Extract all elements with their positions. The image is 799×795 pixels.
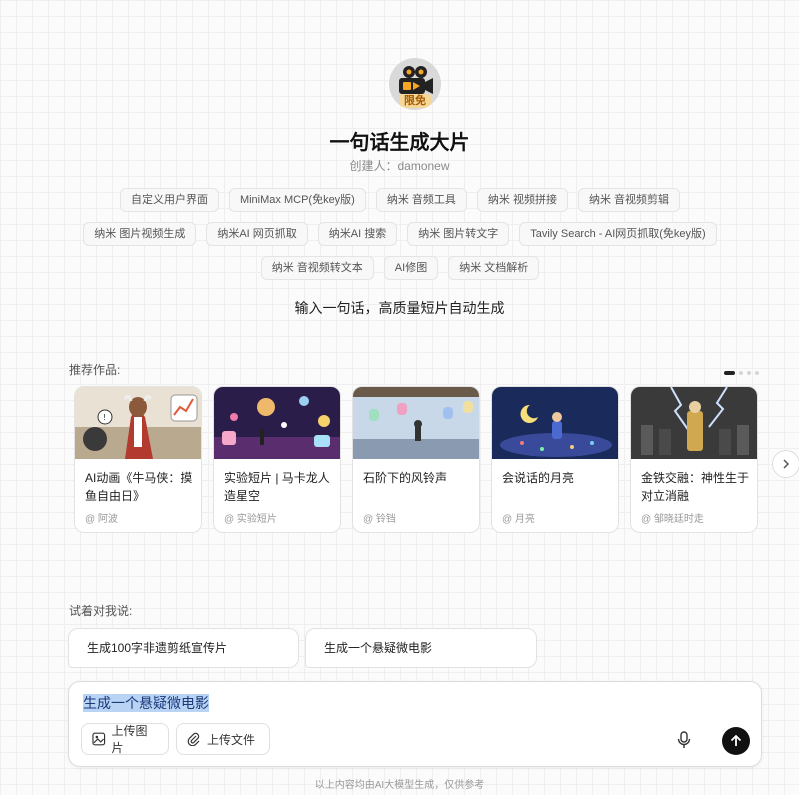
tool-tag[interactable]: AI修图	[383, 256, 439, 280]
voice-input-button[interactable]	[677, 731, 691, 754]
carousel-dot[interactable]	[739, 371, 743, 375]
carousel-dot-active[interactable]	[724, 371, 735, 375]
carousel-dots[interactable]	[724, 371, 759, 375]
agent-avatar: 限免	[389, 58, 441, 110]
tool-tag[interactable]: 纳米AI 搜索	[317, 222, 398, 246]
paperclip-icon	[187, 732, 200, 746]
tool-tag[interactable]: 纳米 文档解析	[448, 256, 540, 280]
works-label: 推荐作品:	[69, 363, 121, 377]
carousel-next-button[interactable]	[772, 450, 799, 478]
tool-tag[interactable]: 纳米 音视频转文本	[260, 256, 374, 280]
carousel-dot[interactable]	[747, 371, 751, 375]
upload-image-label: 上传图片	[111, 724, 148, 755]
suggestion-list: 生成100字非遗剪纸宣传片 生成一个悬疑微电影	[68, 628, 537, 668]
work-author: @ 邹晓廷时走	[641, 514, 704, 525]
work-thumbnail	[492, 387, 618, 459]
work-card[interactable]: 石阶下的风铃声 @ 铃铛	[352, 386, 480, 533]
work-card[interactable]: 会说话的月亮 @ 月亮	[491, 386, 619, 533]
prompt-input-box[interactable]: 生成一个悬疑微电影 上传图片 上传文件	[68, 681, 762, 767]
arrow-up-icon	[730, 734, 742, 746]
tool-tag[interactable]: 纳米 图片视频生成	[83, 222, 197, 246]
work-author: @ 铃铛	[363, 514, 396, 525]
try-label: 试着对我说:	[69, 604, 133, 618]
work-author: @ 阿波	[85, 514, 118, 525]
tool-tag[interactable]: MiniMax MCP(免key版)	[228, 188, 366, 212]
tool-tag[interactable]: 自定义用户界面	[119, 188, 219, 212]
carousel-dot[interactable]	[755, 371, 759, 375]
work-title: 金铁交融：神性生于对立消融	[641, 471, 750, 503]
work-title: 会说话的月亮	[502, 471, 575, 485]
tool-tag[interactable]: Tavily Search - AI网页抓取(免key版)	[519, 222, 717, 246]
work-author: @ 月亮	[502, 514, 535, 525]
works-carousel: ! AI动画《牛马侠：摸鱼自由日》 @ 阿波 实验短片 | 马卡龙人造星空 @ …	[74, 386, 758, 533]
agent-title: 一句话生成大片	[329, 132, 470, 154]
work-thumbnail	[353, 387, 479, 459]
prompt-input-text[interactable]: 生成一个悬疑微电影	[83, 694, 209, 712]
work-title: 石阶下的风铃声	[363, 471, 448, 485]
movie-camera-icon	[399, 66, 433, 94]
tool-tag[interactable]: 纳米 音视频剪辑	[577, 188, 681, 212]
agent-creator: 创建人：damonew	[349, 159, 450, 173]
suggestion-chip[interactable]: 生成100字非遗剪纸宣传片	[68, 628, 299, 668]
work-card[interactable]: 实验短片 | 马卡龙人造星空 @ 实验短片	[213, 386, 341, 533]
upload-image-button[interactable]: 上传图片	[81, 723, 169, 755]
suggestion-chip[interactable]: 生成一个悬疑微电影	[305, 628, 537, 668]
tool-tag[interactable]: 纳米 视频拼接	[476, 188, 568, 212]
disclaimer: 以上内容均由AI大模型生成，仅供参考	[314, 780, 485, 791]
image-icon	[92, 732, 106, 746]
svg-text:!: !	[103, 413, 106, 422]
work-title: 实验短片 | 马卡龙人造星空	[224, 471, 330, 503]
work-thumbnail: !	[75, 387, 201, 459]
chevron-right-icon	[783, 459, 790, 469]
work-thumbnail	[214, 387, 340, 459]
work-card[interactable]: ! AI动画《牛马侠：摸鱼自由日》 @ 阿波	[74, 386, 202, 533]
work-author: @ 实验短片	[224, 514, 277, 525]
upload-file-button[interactable]: 上传文件	[176, 723, 270, 755]
work-title: AI动画《牛马侠：摸鱼自由日》	[85, 471, 193, 503]
tool-tag[interactable]: 纳米 音频工具	[375, 188, 467, 212]
tool-tag[interactable]: 纳米 图片转文字	[407, 222, 510, 246]
tool-tag[interactable]: 纳米AI 网页抓取	[206, 222, 308, 246]
upload-file-label: 上传文件	[207, 732, 256, 747]
work-thumbnail	[631, 387, 757, 459]
agent-description: 输入一句话，高质量短片自动生成	[294, 300, 505, 316]
work-card[interactable]: 金铁交融：神性生于对立消融 @ 邹晓廷时走	[630, 386, 758, 533]
microphone-icon	[677, 731, 691, 748]
send-button[interactable]	[722, 727, 750, 755]
free-badge: 限免	[399, 94, 431, 108]
tool-tags: 自定义用户界面 MiniMax MCP(免key版) 纳米 音频工具 纳米 视频…	[70, 188, 730, 280]
